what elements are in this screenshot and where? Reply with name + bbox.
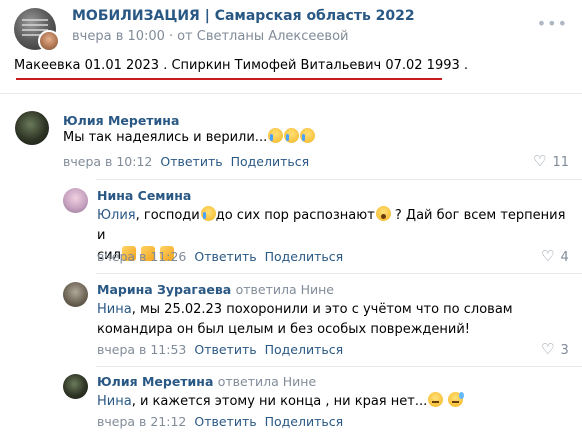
comment-time[interactable]: вчера в 11:53 (97, 342, 186, 357)
comment-footer: вчера в 11:53 Ответить Поделиться (97, 342, 343, 357)
reply-to-label[interactable]: ответила Нине (218, 374, 316, 389)
crying-face-icon (284, 128, 300, 143)
reply-addressee[interactable]: Юлия (97, 208, 136, 223)
comment-text-part: , господи (135, 208, 200, 223)
red-underline-annotation (16, 78, 442, 80)
comment-text-part: , мы 25.02.23 похоронили и это с учётом … (131, 302, 513, 317)
comment: Юлия Меретина Мы так надеялись и верили.… (15, 111, 575, 173)
reply-to-label[interactable]: ответила Нине (236, 282, 334, 297)
weary-face-icon (448, 392, 465, 407)
reply-addressee[interactable]: Нина (97, 302, 132, 317)
comment-author-name[interactable]: Юлия Меретина (97, 374, 213, 389)
comment-text-part: командира он был целым и без особых повр… (97, 322, 471, 337)
post-divider (0, 93, 582, 94)
heart-icon: ♡ (541, 340, 555, 358)
meta-separator: · (168, 29, 174, 44)
comment-time[interactable]: вчера в 21:12 (97, 414, 186, 429)
post-meta: вчера в 10:00 · от Светланы Алексеевой (72, 29, 349, 44)
comment-footer: вчера в 11:26 Ответить Поделиться (97, 249, 343, 264)
comment-reply: Нина Семина Юлия, господи до сих пор расп… (63, 188, 575, 268)
crying-face-icon (268, 128, 284, 143)
post-text: Макеевка 01.01 2023 . Спиркин Тимофей Ви… (14, 58, 469, 73)
like-button[interactable]: ♡ 4 (541, 247, 569, 265)
crying-face-icon (300, 128, 316, 143)
comment-reply: Марина Зурагаева ответила Нине Нина, мы … (63, 282, 575, 360)
comment-text-body: Мы так надеялись и верили... (63, 130, 268, 145)
avatar[interactable] (63, 282, 88, 307)
more-horizontal-icon[interactable]: ••• (537, 14, 568, 33)
like-count: 3 (560, 343, 569, 358)
avatar[interactable] (15, 111, 49, 145)
comment-author[interactable]: Марина Зурагаева ответила Нине (97, 282, 334, 297)
share-button[interactable]: Поделиться (231, 154, 310, 169)
comment-text-part: до сих пор распознают (215, 208, 375, 223)
reply-button[interactable]: Ответить (194, 414, 256, 429)
group-avatar[interactable] (14, 8, 60, 52)
comment-author[interactable]: Нина Семина (97, 188, 191, 203)
comment-time[interactable]: вчера в 10:12 (63, 154, 152, 169)
crying-face-icon (200, 206, 216, 221)
like-button[interactable]: ♡ 3 (541, 340, 569, 358)
like-button[interactable]: ♡ 11 (533, 152, 569, 170)
post-time[interactable]: вчера в 10:00 (72, 29, 165, 44)
reply-button[interactable]: Ответить (194, 342, 256, 357)
reply-addressee[interactable]: Нина (97, 394, 132, 409)
comment-text: Мы так надеялись и верили... (63, 128, 316, 148)
reply-button[interactable]: Ответить (160, 154, 222, 169)
avatar[interactable] (63, 374, 88, 399)
comment-time[interactable]: вчера в 11:26 (97, 249, 186, 264)
comment-separator (96, 366, 582, 367)
persevering-face-icon (428, 392, 444, 407)
comment-footer: вчера в 10:12 Ответить Поделиться (63, 154, 309, 169)
comment-author[interactable]: Юлия Меретина (63, 113, 179, 128)
comment-text: Нина, и кажется этому ни конца , ни края… (97, 392, 573, 412)
comment-separator (96, 273, 582, 274)
comment-reply: Юлия Меретина ответила Нине Нина, и каже… (63, 374, 575, 434)
comment-footer: вчера в 21:12 Ответить Поделиться (97, 414, 343, 429)
comment-separator (96, 179, 582, 180)
heart-icon: ♡ (533, 152, 547, 170)
author-avatar (38, 30, 60, 52)
share-button[interactable]: Поделиться (265, 414, 344, 429)
group-title[interactable]: МОБИЛИЗАЦИЯ | Самарская область 2022 (72, 8, 415, 24)
comment-text: Нина, мы 25.02.23 похоронили и это с учё… (97, 300, 573, 340)
post-author[interactable]: от Светланы Алексеевой (177, 29, 348, 44)
like-count: 4 (560, 250, 569, 265)
like-count: 11 (552, 155, 569, 170)
astonished-face-icon (375, 206, 391, 221)
heart-icon: ♡ (541, 247, 555, 265)
comment-author[interactable]: Юлия Меретина ответила Нине (97, 374, 316, 389)
share-button[interactable]: Поделиться (265, 342, 344, 357)
reply-button[interactable]: Ответить (194, 249, 256, 264)
comment-text-part: , и кажется этому ни конца , ни края нет… (131, 394, 428, 409)
comment-author-name[interactable]: Марина Зурагаева (97, 282, 231, 297)
avatar[interactable] (63, 188, 88, 213)
share-button[interactable]: Поделиться (265, 249, 344, 264)
post-header: МОБИЛИЗАЦИЯ | Самарская область 2022 вче… (14, 8, 574, 52)
